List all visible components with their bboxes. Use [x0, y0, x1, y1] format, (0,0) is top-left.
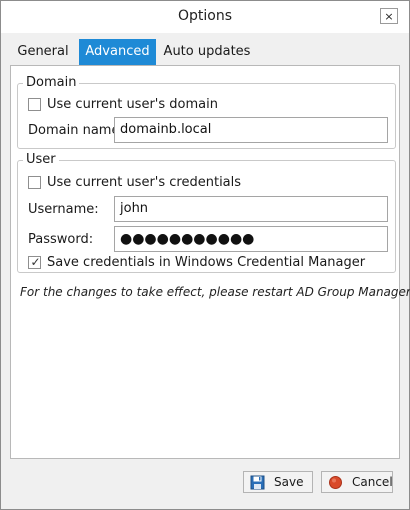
cancel-button-label: Cancel — [352, 475, 393, 489]
use-current-credentials-label: Use current user's credentials — [47, 175, 242, 190]
red-circle-icon — [328, 475, 343, 490]
domain-name-field[interactable]: domainb.local — [114, 117, 388, 143]
options-window: Options × General Advanced Auto updates … — [0, 0, 410, 510]
advanced-tab-page: Domain Use current user's domain Domain … — [10, 65, 410, 459]
use-current-domain-checkbox[interactable] — [28, 98, 41, 111]
window-title: Options — [177, 8, 233, 24]
use-current-credentials-checkbox[interactable] — [28, 176, 41, 189]
domain-group-legend: Domain — [23, 75, 80, 90]
use-current-domain-label: Use current user's domain — [47, 97, 218, 112]
tab-advanced[interactable]: Advanced — [79, 39, 156, 65]
username-field[interactable]: john — [114, 196, 388, 222]
checkmark-icon: ✓ — [30, 255, 41, 269]
cancel-button[interactable]: Cancel — [321, 471, 393, 493]
save-button[interactable]: Save — [243, 471, 313, 493]
restart-note: For the changes to take effect, please r… — [20, 285, 410, 299]
tab-strip: General Advanced Auto updates — [1, 37, 409, 65]
save-credentials-label: Save credentials in Windows Credential M… — [47, 255, 366, 270]
tab-auto-updates[interactable]: Auto updates — [161, 39, 253, 65]
domain-name-label: Domain name: — [28, 123, 124, 138]
password-label: Password: — [28, 232, 94, 247]
domain-group: Domain Use current user's domain Domain … — [17, 75, 396, 149]
save-button-label: Save — [274, 475, 304, 489]
user-group: User Use current user's credentials User… — [17, 152, 396, 273]
password-field[interactable]: ●●●●●●●●●●● — [114, 226, 388, 252]
user-group-legend: User — [23, 152, 59, 167]
save-credentials-checkbox[interactable]: ✓ — [28, 255, 41, 269]
title-bar: Options × — [1, 1, 409, 33]
tab-general[interactable]: General — [11, 39, 75, 65]
floppy-disk-icon — [250, 475, 265, 490]
username-label: Username: — [28, 202, 99, 217]
close-button[interactable]: × — [380, 8, 398, 24]
